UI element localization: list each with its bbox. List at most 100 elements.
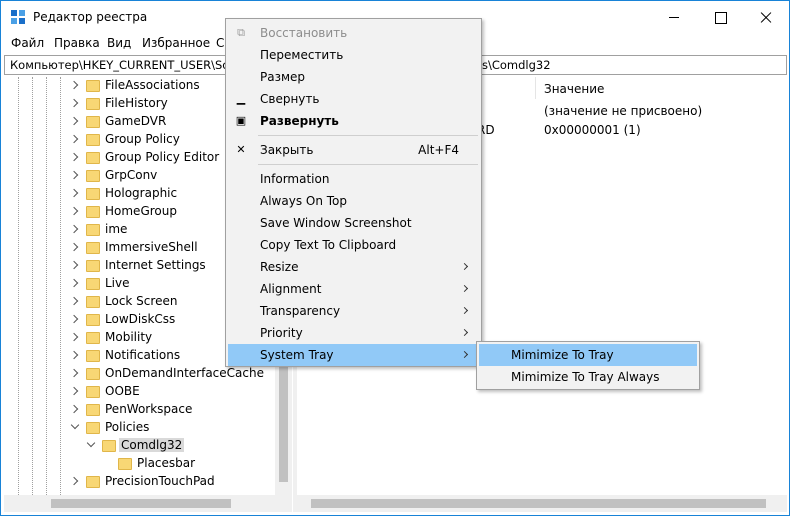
tree-item-label: GameDVR [105,114,167,128]
menu-help[interactable]: С [216,36,224,50]
chevron-right-icon[interactable] [69,224,79,234]
chevron-right-icon [460,262,469,271]
folder-icon [86,170,100,182]
address-path-end: s\Comdlg32 [482,58,551,72]
scrollbar-thumb[interactable] [311,499,766,508]
close-window-button[interactable] [743,1,789,33]
menu-item-always-on-top[interactable]: Always On Top [228,190,479,212]
menu-favorites[interactable]: Избранное [142,36,210,50]
folder-icon [86,332,100,344]
value-cell[interactable]: 0x00000001 (1) [544,123,641,137]
folder-icon [86,134,100,146]
chevron-right-icon[interactable] [69,152,79,162]
menu-item-information[interactable]: Information [228,168,479,190]
chevron-right-icon[interactable] [69,116,79,126]
chevron-right-icon[interactable] [69,242,79,252]
menu-item-minimize-to-tray-always[interactable]: Mimimize To Tray Always [479,366,697,388]
chevron-right-icon[interactable] [69,80,79,90]
folder-icon [86,404,100,416]
menu-item-minimize-to-tray[interactable]: Mimimize To Tray [479,344,697,366]
tree-item-label: HomeGroup [105,204,177,218]
folder-icon [86,296,100,308]
values-horizontal-scrollbar[interactable] [297,495,787,512]
menu-item-priority[interactable]: Priority [228,322,479,344]
folder-icon [86,242,100,254]
chevron-right-icon[interactable] [69,314,79,324]
tree-item-comdlg32[interactable]: Comdlg32 [4,437,284,455]
menu-item-restore[interactable]: ⧉ Восстановить [228,22,479,44]
chevron-right-icon[interactable] [69,386,79,396]
menu-item-label: Mimimize To Tray Always [511,370,660,384]
menu-item-transparency[interactable]: Transparency [228,300,479,322]
menu-item-close[interactable]: ✕ Закрыть Alt+F4 [228,139,479,161]
chevron-right-icon [460,328,469,337]
menu-item-maximize[interactable]: ▣ Развернуть [228,110,479,132]
tree-item-policies[interactable]: Policies [4,419,284,437]
tree-item-label: PenWorkspace [105,402,193,416]
column-header-value[interactable]: Значение [544,82,604,96]
menu-file[interactable]: Файл [11,36,44,50]
value-cell[interactable]: (значение не присвоено) [544,104,702,118]
folder-icon [86,98,100,110]
maximize-window-button[interactable] [697,1,743,33]
chevron-right-icon[interactable] [69,206,79,216]
chevron-right-icon[interactable] [69,368,79,378]
menu-item-label: Восстановить [260,26,348,40]
menu-item-minimize[interactable]: ▁ Свернуть [228,88,479,110]
tree-item-label: Placesbar [137,456,196,470]
tree-item[interactable]: PenWorkspace [4,401,284,419]
menu-item-alignment[interactable]: Alignment [228,278,479,300]
menu-item-size[interactable]: Размер [228,66,479,88]
tree-horizontal-scrollbar[interactable] [4,495,292,512]
chevron-right-icon[interactable] [69,134,79,144]
menu-item-label: Transparency [260,304,341,318]
chevron-right-icon[interactable] [69,260,79,270]
tree-item[interactable]: OnDemandInterfaceCache [4,365,284,383]
chevron-right-icon[interactable] [69,98,79,108]
menu-edit[interactable]: Правка [54,36,100,50]
registry-app-icon [11,10,25,24]
chevron-down-icon[interactable] [70,420,80,430]
window-context-menu: ⧉ Восстановить Переместить Размер ▁ Свер… [225,18,482,367]
menu-item-copy-text[interactable]: Copy Text To Clipboard [228,234,479,256]
minimize-icon: ▁ [236,92,246,105]
menu-item-label: System Tray [260,348,334,362]
chevron-right-icon[interactable] [69,170,79,180]
chevron-right-icon[interactable] [69,332,79,342]
tree-item-placesbar[interactable]: Placesbar [4,455,284,473]
menu-item-label: Свернуть [260,92,320,106]
tree-item-label: Live [105,276,130,290]
tree-item[interactable]: OOBE [4,383,284,401]
minimize-window-button[interactable] [651,1,697,33]
menu-item-move[interactable]: Переместить [228,44,479,66]
chevron-right-icon [460,284,469,293]
chevron-right-icon[interactable] [69,296,79,306]
tree-item-label: Internet Settings [105,258,206,272]
chevron-right-icon[interactable] [69,278,79,288]
system-tray-submenu: Mimimize To Tray Mimimize To Tray Always [476,341,700,390]
tree-item-label: ime [105,222,128,236]
menu-separator [258,164,478,165]
menu-item-label: Развернуть [260,114,339,128]
menu-item-resize[interactable]: Resize [228,256,479,278]
folder-icon [86,224,100,236]
tree-item[interactable]: PrecisionTouchPad [4,473,284,491]
chevron-right-icon[interactable] [69,404,79,414]
chevron-right-icon[interactable] [69,188,79,198]
menu-item-label: Mimimize To Tray [511,348,614,362]
folder-icon [86,116,100,128]
menu-item-save-screenshot[interactable]: Save Window Screenshot [228,212,479,234]
folder-icon [86,368,100,380]
menu-item-system-tray[interactable]: System Tray [228,344,479,366]
menu-item-label: Information [260,172,330,186]
menu-view[interactable]: Вид [107,36,131,50]
chevron-right-icon[interactable] [69,350,79,360]
column-separator[interactable] [535,77,536,99]
chevron-right-icon[interactable] [69,476,79,486]
window-title: Редактор реестра [33,10,148,24]
tree-item-label: Lock Screen [105,294,178,308]
tree-item-label: Group Policy Editor [105,150,220,164]
tree-item-label: FileHistory [105,96,168,110]
chevron-down-icon[interactable] [86,438,96,448]
scrollbar-thumb[interactable] [51,499,231,508]
